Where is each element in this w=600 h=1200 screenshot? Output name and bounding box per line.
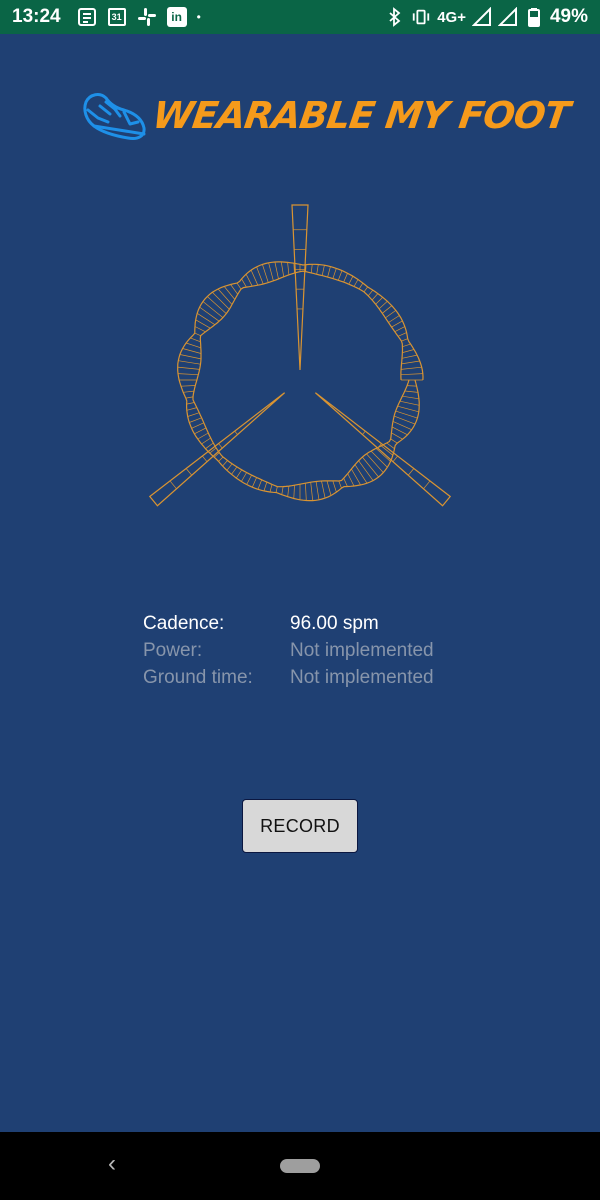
cadence-value: 96.00 spm	[290, 613, 379, 634]
home-pill-icon[interactable]	[280, 1159, 320, 1173]
ground-time-value: Not implemented	[290, 667, 434, 688]
signal-icon	[471, 7, 492, 27]
calendar-day: 31	[107, 8, 126, 26]
network-type: 4G+	[437, 8, 466, 26]
bluetooth-icon	[385, 7, 405, 27]
metric-row-cadence: Cadence: 96.00 spm	[143, 613, 483, 640]
ground-time-label: Ground time:	[143, 667, 253, 688]
linkedin-icon: in	[166, 7, 187, 27]
status-time: 13:24	[12, 6, 61, 27]
logo-text: WEARABLE MY FOOT	[149, 94, 572, 137]
slack-icon	[137, 7, 157, 27]
metric-row-power: Power: Not implemented	[143, 640, 483, 667]
cadence-orbit-graphic	[148, 204, 452, 507]
metric-row-ground-time: Ground time: Not implemented	[143, 667, 483, 694]
more-notifications-dot: •	[196, 10, 201, 24]
vibrate-icon	[411, 7, 431, 27]
back-icon[interactable]: ‹	[108, 1150, 116, 1178]
navigation-bar: ‹	[0, 1132, 600, 1200]
battery-icon	[524, 7, 544, 27]
app-logo: WEARABLE MY FOOT	[80, 88, 572, 150]
record-button[interactable]: RECORD	[242, 799, 358, 853]
metrics-panel: Cadence: 96.00 spm Power: Not implemente…	[143, 613, 483, 694]
signal-icon-2	[497, 7, 518, 27]
cadence-label: Cadence:	[143, 613, 225, 634]
battery-percent: 49%	[549, 6, 588, 27]
calendar-icon: 31	[107, 7, 127, 27]
power-value: Not implemented	[290, 640, 434, 661]
power-label: Power:	[143, 640, 203, 661]
shoe-icon	[83, 93, 146, 140]
status-bar: 13:24 31 in • 4G+ 49%	[0, 0, 600, 34]
news-icon	[77, 7, 97, 27]
